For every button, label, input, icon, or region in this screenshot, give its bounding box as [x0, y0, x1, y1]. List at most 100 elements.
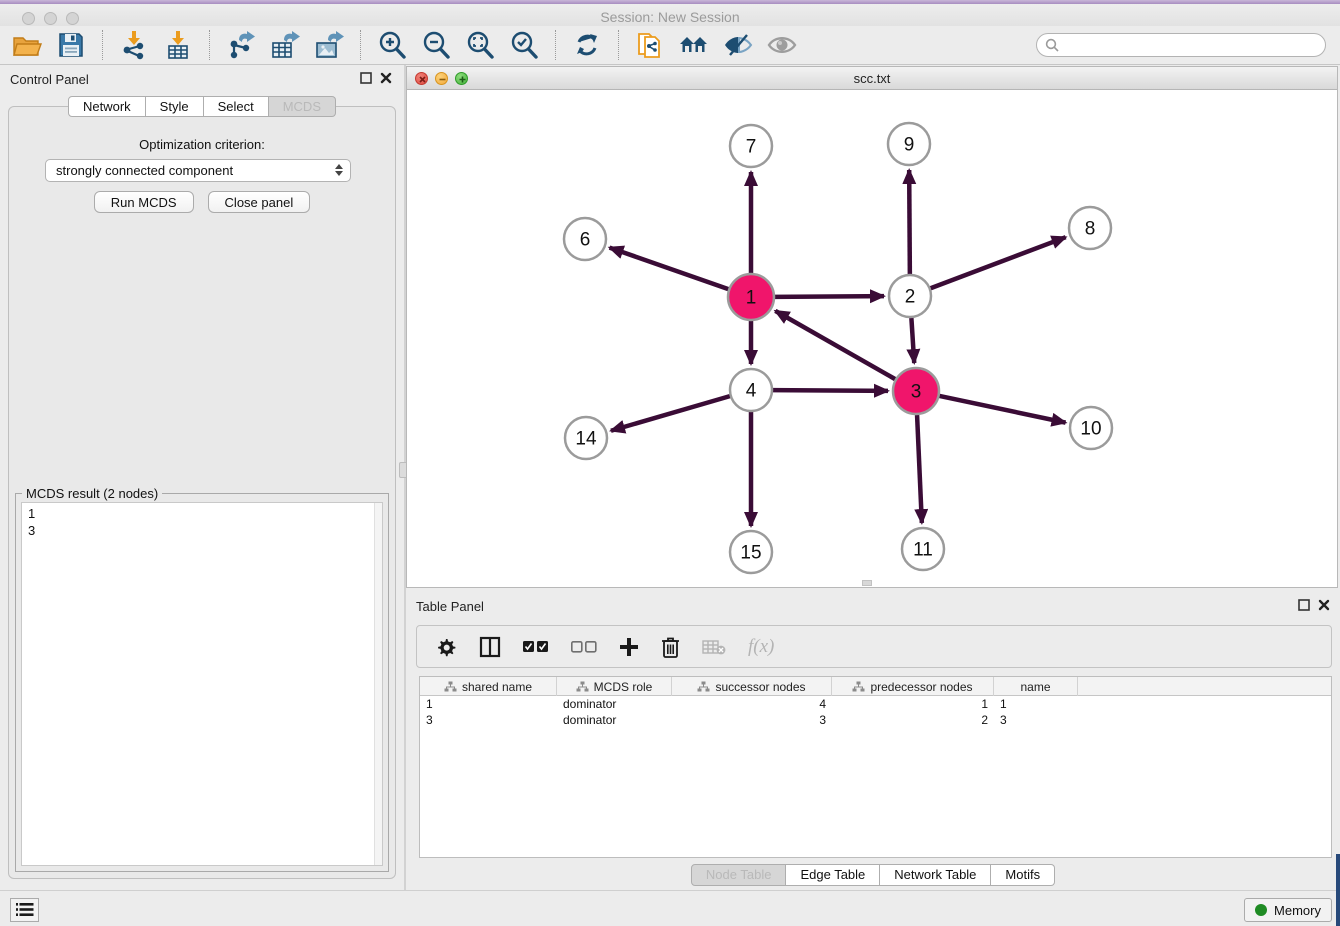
- table-header-row: shared name MCDS role successor nodes pr…: [420, 677, 1331, 696]
- result-scrollbar[interactable]: [374, 503, 382, 865]
- graph-edge-2-9[interactable]: [909, 170, 910, 274]
- network-resize-grip[interactable]: [862, 580, 872, 586]
- save-session-icon[interactable]: [54, 29, 88, 61]
- graph-edge-2-8[interactable]: [931, 237, 1066, 288]
- network-canvas[interactable]: 7968124314101511: [407, 90, 1337, 587]
- node-table: shared name MCDS role successor nodes pr…: [419, 676, 1332, 858]
- table-cell[interactable]: 3: [994, 712, 1078, 728]
- float-table-panel-icon[interactable]: [1298, 599, 1310, 611]
- zoom-selected-icon[interactable]: [507, 29, 541, 61]
- tab-style[interactable]: Style: [146, 96, 204, 117]
- graph-edge-3-1[interactable]: [775, 311, 895, 379]
- graph-node-label-4: 4: [746, 381, 757, 402]
- table-cell[interactable]: 1: [420, 696, 557, 712]
- table-cell[interactable]: 1: [832, 696, 994, 712]
- table-cell[interactable]: 1: [994, 696, 1078, 712]
- toolbar-separator: [102, 30, 103, 60]
- graph-node-label-3: 3: [911, 382, 922, 403]
- table-row[interactable]: 3dominator323: [420, 712, 1331, 728]
- task-history-button[interactable]: [10, 898, 39, 922]
- tab-mcds[interactable]: MCDS: [269, 96, 336, 117]
- tab-network-table[interactable]: Network Table: [880, 864, 991, 886]
- table-body: 1dominator4113dominator323: [420, 696, 1331, 728]
- select-all-icon[interactable]: [523, 640, 549, 654]
- graph-edge-3-11[interactable]: [917, 415, 922, 523]
- tab-node-table[interactable]: Node Table: [691, 864, 787, 886]
- control-panel: Control Panel Network Style Select MCDS …: [0, 65, 404, 885]
- close-table-panel-icon[interactable]: [1318, 599, 1330, 611]
- table-cell[interactable]: 4: [672, 696, 832, 712]
- graph-edge-1-6[interactable]: [610, 248, 729, 290]
- graph-edge-1-2[interactable]: [775, 296, 884, 297]
- table-cell[interactable]: 2: [832, 712, 994, 728]
- column-header-name[interactable]: name: [994, 677, 1078, 696]
- graph-node-label-8: 8: [1085, 219, 1096, 240]
- tree-icon: [852, 681, 865, 692]
- tab-select[interactable]: Select: [204, 96, 269, 117]
- open-recent-icon[interactable]: [633, 29, 667, 61]
- mcds-result-title: MCDS result (2 nodes): [22, 486, 162, 501]
- search-input[interactable]: [1064, 38, 1317, 52]
- graph-node-label-2: 2: [905, 287, 916, 308]
- desktop-background-sliver: [1336, 854, 1340, 926]
- mcds-panel-body: Optimization criterion: strongly connect…: [8, 106, 396, 879]
- function-builder-icon: f(x): [748, 636, 774, 658]
- float-panel-icon[interactable]: [360, 72, 372, 84]
- column-header-predecessor-nodes[interactable]: predecessor nodes: [832, 677, 994, 696]
- memory-label: Memory: [1274, 903, 1321, 918]
- home-icon[interactable]: [677, 29, 711, 61]
- zoom-fit-icon[interactable]: [463, 29, 497, 61]
- network-window-titlebar[interactable]: scc.txt: [407, 67, 1337, 90]
- column-header-mcds-role[interactable]: MCDS role: [557, 677, 672, 696]
- run-mcds-button[interactable]: Run MCDS: [94, 191, 194, 213]
- network-view-window: scc.txt 7968124314101511: [406, 66, 1338, 588]
- toolbar-separator: [555, 30, 556, 60]
- delete-table-icon-disabled: [702, 639, 726, 655]
- deselect-all-icon[interactable]: [571, 640, 597, 654]
- table-cell[interactable]: dominator: [557, 696, 672, 712]
- close-panel-icon[interactable]: [380, 72, 392, 84]
- open-session-icon[interactable]: [10, 29, 44, 61]
- table-cell[interactable]: dominator: [557, 712, 672, 728]
- control-panel-title: Control Panel: [10, 72, 89, 87]
- graph-node-label-15: 15: [740, 543, 761, 564]
- tab-edge-table[interactable]: Edge Table: [786, 864, 880, 886]
- mcds-result-text[interactable]: 1 3: [21, 502, 383, 866]
- table-row[interactable]: 1dominator411: [420, 696, 1331, 712]
- zoom-out-icon[interactable]: [419, 29, 453, 61]
- graph-node-label-9: 9: [904, 135, 915, 156]
- tab-motifs[interactable]: Motifs: [991, 864, 1055, 886]
- app-title: Session: New Session: [0, 9, 1340, 25]
- mcds-result-group: MCDS result (2 nodes) 1 3: [15, 493, 389, 872]
- export-network-icon[interactable]: [224, 29, 258, 61]
- graph-edge-3-10[interactable]: [939, 396, 1065, 423]
- memory-button[interactable]: Memory: [1244, 898, 1332, 922]
- table-toolbar: f(x): [416, 625, 1332, 668]
- column-chooser-icon[interactable]: [479, 636, 501, 658]
- tab-network[interactable]: Network: [68, 96, 146, 117]
- close-panel-button[interactable]: Close panel: [208, 191, 311, 213]
- column-header-successor-nodes[interactable]: successor nodes: [672, 677, 832, 696]
- graph-edge-2-3[interactable]: [911, 318, 914, 363]
- export-image-icon[interactable]: [312, 29, 346, 61]
- export-table-icon[interactable]: [268, 29, 302, 61]
- optimization-criterion-select[interactable]: strongly connected component: [45, 159, 351, 182]
- graph-node-label-11: 11: [913, 540, 933, 561]
- table-cell[interactable]: 3: [672, 712, 832, 728]
- delete-column-trash-icon[interactable]: [661, 636, 680, 658]
- table-cell[interactable]: 3: [420, 712, 557, 728]
- import-network-icon[interactable]: [117, 29, 151, 61]
- main-toolbar: [0, 26, 1340, 65]
- search-field[interactable]: [1036, 33, 1326, 57]
- graph-edge-4-14[interactable]: [611, 396, 730, 431]
- zoom-in-icon[interactable]: [375, 29, 409, 61]
- table-settings-gear-icon[interactable]: [435, 636, 457, 658]
- hide-panel-eye-icon[interactable]: [721, 29, 755, 61]
- refresh-icon[interactable]: [570, 29, 604, 61]
- show-panel-eye-icon[interactable]: [765, 29, 799, 61]
- graph-node-label-7: 7: [746, 137, 757, 158]
- import-table-icon[interactable]: [161, 29, 195, 61]
- column-header-shared-name[interactable]: shared name: [420, 677, 557, 696]
- add-column-icon[interactable]: [619, 637, 639, 657]
- graph-edge-4-3[interactable]: [773, 390, 888, 391]
